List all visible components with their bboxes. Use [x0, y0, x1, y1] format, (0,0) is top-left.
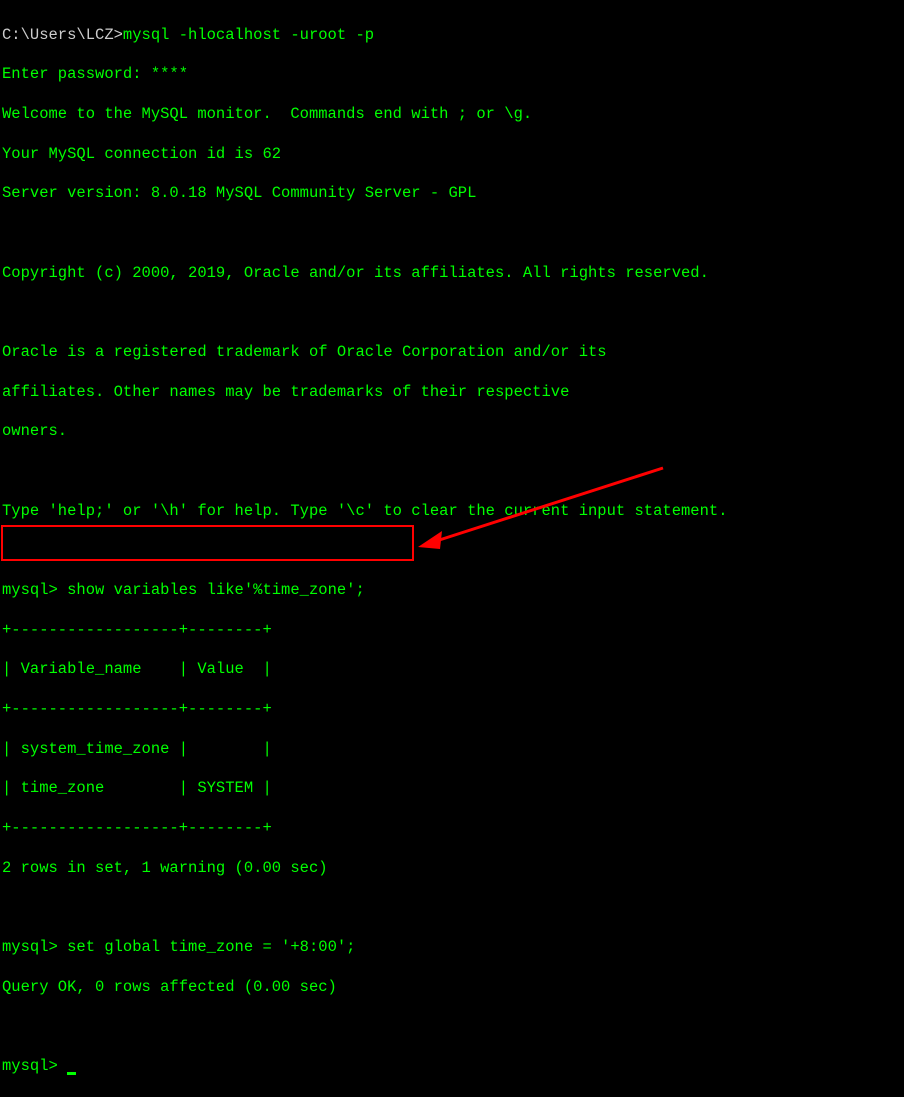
- table-header-row: | Variable_name | Value |: [2, 660, 902, 680]
- password-prompt-line: Enter password: ****: [2, 65, 902, 85]
- copyright-line: Copyright (c) 2000, 2019, Oracle and/or …: [2, 264, 902, 284]
- trademark-line-2: affiliates. Other names may be trademark…: [2, 383, 902, 403]
- result-query-ok: Query OK, 0 rows affected (0.00 sec): [2, 978, 902, 998]
- result-rows-in-set: 2 rows in set, 1 warning (0.00 sec): [2, 859, 902, 879]
- table-data-row-1: | system_time_zone | |: [2, 740, 902, 760]
- connection-id-line: Your MySQL connection id is 62: [2, 145, 902, 165]
- query-set-timezone: set global time_zone = '+8:00';: [67, 938, 355, 956]
- table-data-row-2: | time_zone | SYSTEM |: [2, 779, 902, 799]
- server-version-line: Server version: 8.0.18 MySQL Community S…: [2, 184, 902, 204]
- mysql-prompt: mysql>: [2, 581, 67, 599]
- table-border-top: +------------------+--------+: [2, 621, 902, 641]
- welcome-line: Welcome to the MySQL monitor. Commands e…: [2, 105, 902, 125]
- trademark-line-1: Oracle is a registered trademark of Orac…: [2, 343, 902, 363]
- table-border-bottom: +------------------+--------+: [2, 819, 902, 839]
- help-line: Type 'help;' or '\h' for help. Type '\c'…: [2, 502, 902, 522]
- cursor-icon: [67, 1072, 76, 1075]
- mysql-prompt: mysql>: [2, 938, 67, 956]
- login-command: mysql -hlocalhost -uroot -p: [123, 26, 374, 44]
- table-border-mid: +------------------+--------+: [2, 700, 902, 720]
- mysql-prompt: mysql>: [2, 1057, 67, 1075]
- query-show-variables: show variables like'%time_zone';: [67, 581, 365, 599]
- shell-prompt: C:\Users\LCZ>: [2, 26, 123, 44]
- terminal-output[interactable]: C:\Users\LCZ>mysql -hlocalhost -uroot -p…: [2, 6, 902, 1097]
- trademark-line-3: owners.: [2, 422, 902, 442]
